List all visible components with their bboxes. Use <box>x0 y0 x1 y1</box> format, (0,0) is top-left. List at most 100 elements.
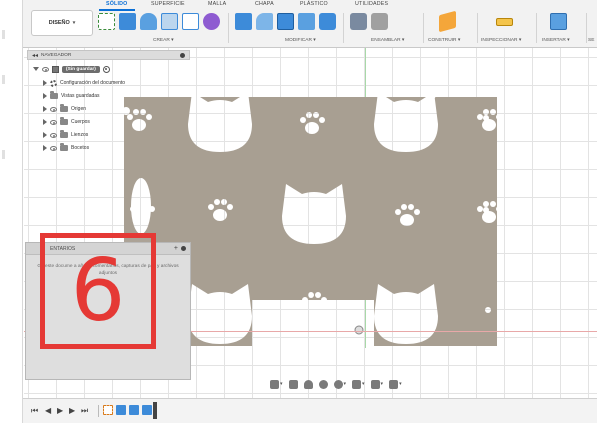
timeline-feature-item[interactable] <box>116 405 126 415</box>
look-at-icon[interactable] <box>288 379 298 389</box>
skip-end-icon[interactable]: ⏭ <box>81 406 88 416</box>
chevron-down-icon: ▾ <box>72 20 76 26</box>
orbit-icon[interactable] <box>270 379 279 389</box>
visibility-icon[interactable] <box>50 145 57 151</box>
group-insert-label: INSERTAR <box>542 38 566 43</box>
visibility-icon[interactable] <box>50 106 57 112</box>
tab-mesh[interactable]: MALLA <box>208 1 226 7</box>
pattern-icon[interactable] <box>182 13 199 30</box>
display-settings-icon[interactable] <box>352 379 362 389</box>
chevron-down-icon[interactable]: ▾ <box>381 381 384 387</box>
tab-sheet-metal[interactable]: CHAPA <box>255 1 274 7</box>
tree-item-doc-settings[interactable]: Configuración del documento <box>43 78 125 88</box>
chevron-down-icon[interactable]: ▾ <box>399 381 402 387</box>
group-select[interactable]: SE <box>588 38 594 43</box>
group-assemble[interactable]: ENSAMBLAR ▾ <box>371 38 404 43</box>
divider <box>586 13 587 43</box>
divider <box>343 13 344 43</box>
tree-item-label: Lienzos <box>71 132 89 138</box>
tree-item-label: Origen <box>71 106 87 112</box>
insert-image-icon[interactable] <box>550 13 567 30</box>
group-modify[interactable]: MODIFICAR ▾ <box>285 38 316 43</box>
pin-icon[interactable] <box>181 246 186 251</box>
tab-surface[interactable]: SUPERFICIE <box>151 1 185 7</box>
create-sketch-icon[interactable] <box>98 13 115 30</box>
hole-icon[interactable] <box>161 13 178 30</box>
expand-icon[interactable] <box>43 132 47 138</box>
tree-item-named-views[interactable]: Vistas guardadas <box>43 91 100 101</box>
form-icon[interactable] <box>203 13 220 30</box>
skip-start-icon[interactable]: ⏮ <box>31 406 38 416</box>
visibility-icon[interactable] <box>50 132 57 138</box>
pan-icon[interactable] <box>303 379 313 389</box>
timeline-feature-item[interactable] <box>129 405 139 415</box>
joint-icon[interactable] <box>371 13 388 30</box>
shell-icon[interactable] <box>298 13 315 30</box>
tab-utilities[interactable]: UTILIDADES <box>355 1 388 7</box>
group-insert[interactable]: INSERTAR ▾ <box>542 38 570 43</box>
collapse-icon[interactable]: ◂◂ <box>32 52 38 59</box>
grid-icon[interactable] <box>370 379 380 389</box>
tree-root[interactable]: (Sin guardar) <box>33 64 110 74</box>
new-component-icon[interactable] <box>350 13 367 30</box>
tree-item-bodies[interactable]: Cuerpos <box>43 117 90 127</box>
pin-icon[interactable] <box>180 52 185 58</box>
timeline-sketch-item[interactable] <box>103 405 113 415</box>
tree-item-origin[interactable]: Origen <box>43 104 86 114</box>
step-forward-icon[interactable]: ▶ <box>69 406 75 415</box>
revolve-icon[interactable] <box>140 13 157 30</box>
document-icon <box>52 65 59 73</box>
divider <box>228 13 229 43</box>
add-comment-icon[interactable]: + <box>174 245 178 252</box>
chevron-down-icon[interactable]: ▾ <box>362 381 365 387</box>
timeline-marker[interactable] <box>153 402 157 419</box>
expand-icon[interactable] <box>43 80 47 86</box>
root-label: (Sin guardar) <box>62 65 100 73</box>
browser-title: NAVEGADOR <box>41 52 72 58</box>
chamfer-icon[interactable] <box>277 13 294 30</box>
fillet-icon[interactable] <box>256 13 273 30</box>
visibility-icon[interactable] <box>50 119 57 125</box>
tree-item-label: Cuerpos <box>71 119 90 125</box>
expand-icon[interactable] <box>43 106 47 112</box>
group-construct[interactable]: CONSTRUIR ▾ <box>428 38 460 43</box>
browser-header[interactable]: ◂◂ NAVEGADOR <box>27 50 190 60</box>
group-create-label: CREAR <box>153 38 170 43</box>
timeline-feature-item[interactable] <box>142 405 152 415</box>
tab-plastic[interactable]: PLÁSTICO <box>300 1 328 7</box>
tree-item-sketches[interactable]: Bocetos <box>43 143 89 153</box>
zoom-window-icon[interactable] <box>333 379 343 389</box>
activate-icon[interactable] <box>102 65 110 73</box>
group-create[interactable]: CREAR ▾ <box>153 38 174 43</box>
press-pull-icon[interactable] <box>235 13 252 30</box>
tab-solid[interactable]: SÓLIDO <box>106 1 128 7</box>
visibility-icon[interactable] <box>42 66 49 72</box>
zoom-icon[interactable] <box>318 379 328 389</box>
step-number: 6 <box>70 241 126 341</box>
group-inspect-label: INSPECCIONAR <box>481 38 518 43</box>
step-back-icon[interactable]: ◀ <box>45 406 51 415</box>
margin-tick <box>2 75 5 84</box>
combine-icon[interactable] <box>319 13 336 30</box>
tree-item-canvases[interactable]: Lienzos <box>43 130 88 140</box>
play-icon[interactable]: ▶ <box>57 406 63 415</box>
viewports-icon[interactable] <box>389 379 399 389</box>
toolbar: DISEÑO ▾ SÓLIDO SUPERFICIE MALLA CHAPA P… <box>23 0 597 48</box>
timeline: ⏮ ◀ ▶ ▶ ⏭ <box>23 398 597 423</box>
offset-plane-icon[interactable] <box>439 10 456 33</box>
expand-icon[interactable] <box>33 67 39 71</box>
gear-icon <box>50 79 57 87</box>
extrude-icon[interactable] <box>119 13 136 30</box>
chevron-down-icon[interactable]: ▾ <box>280 381 283 387</box>
group-construct-label: CONSTRUIR <box>428 38 457 43</box>
left-margin <box>0 0 23 423</box>
workspace-dropdown[interactable]: DISEÑO ▾ <box>31 10 93 36</box>
expand-icon[interactable] <box>43 93 47 99</box>
folder-icon <box>60 104 68 112</box>
chevron-down-icon[interactable]: ▾ <box>344 381 347 387</box>
measure-icon[interactable] <box>496 18 513 26</box>
folder-icon <box>60 130 68 138</box>
expand-icon[interactable] <box>43 119 47 125</box>
group-inspect[interactable]: INSPECCIONAR ▾ <box>481 38 521 43</box>
expand-icon[interactable] <box>43 145 47 151</box>
